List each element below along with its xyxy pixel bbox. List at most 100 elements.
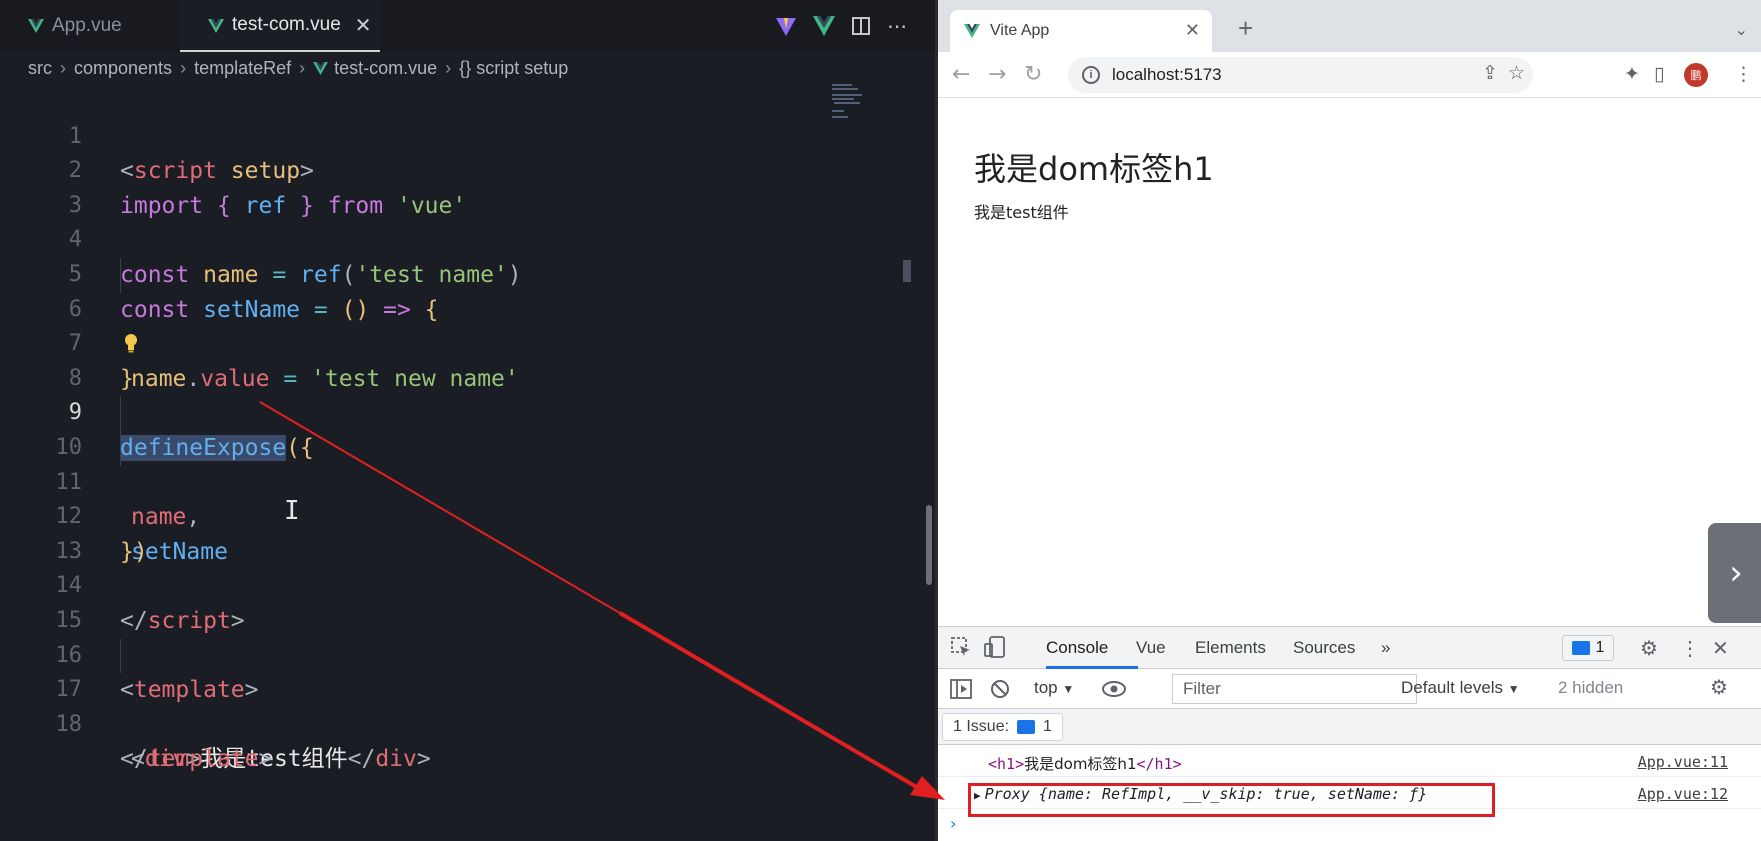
editor-scrollbar[interactable] xyxy=(903,260,911,282)
issues-button[interactable]: 1 Issue: 1 xyxy=(942,713,1063,741)
code-line: 14 </script> xyxy=(0,535,900,634)
more-actions-icon[interactable]: ⋯ xyxy=(887,14,907,38)
site-info-icon[interactable]: i xyxy=(1082,66,1100,84)
share-icon[interactable]: ⇪ xyxy=(1482,62,1498,85)
code-line: 12 }) xyxy=(0,466,900,565)
code-line: 18 </template> xyxy=(0,673,900,773)
browser-menu-icon[interactable]: ⋮ xyxy=(1734,63,1753,85)
url-text: localhost:5173 xyxy=(1112,65,1222,84)
breadcrumb-templateref[interactable]: templateRef xyxy=(194,58,291,79)
code-area[interactable]: 1 <script setup> 2 import { ref } from '… xyxy=(0,85,900,773)
code-line-active: 9 defineExpose({ xyxy=(0,362,900,461)
breadcrumb-components[interactable]: components xyxy=(74,58,172,79)
devtools-tab-console[interactable]: Console xyxy=(1046,638,1108,658)
log-levels-dropdown[interactable]: Default levels ▼ xyxy=(1401,678,1520,698)
more-tabs-icon[interactable]: » xyxy=(1381,638,1390,658)
console-filter-bar: top ▼ Filter Default levels ▼ 2 hidden ⚙ xyxy=(938,669,1761,709)
chevron-right-icon: › xyxy=(60,57,66,78)
indent-guide xyxy=(120,396,121,431)
console-filter-input[interactable]: Filter xyxy=(1172,674,1417,704)
lightbulb-icon[interactable] xyxy=(124,333,138,353)
line-number: 18 xyxy=(55,711,83,737)
devtools-tab-elements[interactable]: Elements xyxy=(1195,638,1266,658)
code-line: 11 setName xyxy=(0,430,900,565)
close-tab-icon[interactable]: ✕ xyxy=(1185,20,1200,41)
reload-button[interactable]: ↻ xyxy=(1024,62,1042,87)
close-tab-icon[interactable]: ✕ xyxy=(355,13,372,38)
console-message[interactable]: <h1>我是dom标签h1</h1> App.vue:11 xyxy=(938,747,1761,777)
dropdown-arrow-icon: ▼ xyxy=(1062,682,1075,696)
console-settings-gear-icon[interactable]: ⚙ xyxy=(1710,675,1728,700)
hidden-count: 2 hidden xyxy=(1558,678,1624,697)
tab-test-com-vue[interactable]: test-com.vue ✕ xyxy=(180,0,380,52)
browser-window: Vite App ✕ + ⌄ ← → ↻ i localhost:5173 ⇪ … xyxy=(935,0,1761,841)
clear-console-icon[interactable] xyxy=(990,679,1010,699)
code-line: 8 xyxy=(0,327,900,391)
sidebar-toggle-icon[interactable] xyxy=(950,679,972,699)
browser-tab-vite-app[interactable]: Vite App ✕ xyxy=(950,10,1212,52)
code-line: 5 const setName = () => { xyxy=(0,223,900,323)
extensions-icon[interactable]: ✦ xyxy=(1624,63,1640,85)
inspect-element-icon[interactable] xyxy=(950,636,972,658)
tab-app-vue[interactable]: App.vue xyxy=(0,0,180,52)
breadcrumb-file[interactable]: test-com.vue xyxy=(334,58,437,79)
forward-button[interactable]: → xyxy=(988,62,1006,87)
dropdown-arrow-icon: ▼ xyxy=(1507,682,1520,696)
page-test-component: 我是test组件 xyxy=(974,203,1069,222)
live-expression-eye-icon[interactable] xyxy=(1102,680,1126,698)
new-tab-button[interactable]: + xyxy=(1238,15,1253,41)
code-line: 7 } xyxy=(0,293,900,392)
console-message-text: <h1>我是dom标签h1</h1> xyxy=(988,755,1182,773)
code-line: 4 const name = ref('test name') xyxy=(0,189,900,288)
chevron-right-icon[interactable]: › xyxy=(1708,523,1761,623)
code-line: 16 <template> xyxy=(0,604,900,704)
split-editor-icon[interactable] xyxy=(851,16,871,36)
bookmark-star-icon[interactable]: ☆ xyxy=(1508,62,1525,85)
tab-label: test-com.vue xyxy=(232,14,341,35)
page-viewport: 我是dom标签h1 我是test组件 › xyxy=(938,98,1761,626)
chevron-right-icon: › xyxy=(445,57,452,78)
code-line: 13 xyxy=(0,500,900,564)
profile-avatar[interactable]: 鹏 xyxy=(1684,63,1708,87)
indent-guide xyxy=(120,638,121,674)
code-editor: App.vue test-com.vue ✕ ⋯ src › component… xyxy=(0,0,935,841)
breadcrumb-symbol[interactable]: {} script setup xyxy=(459,58,568,79)
issues-count: 1 xyxy=(1043,718,1052,735)
devtools-tab-bar: Console Vue Elements Sources » 1 ⚙ ⋮ ✕ xyxy=(938,627,1761,669)
devtools-tab-sources[interactable]: Sources xyxy=(1293,638,1355,658)
browser-toolbar: ← → ↻ i localhost:5173 ⇪ ☆ ✦ ▯ 鹏 ⋮ xyxy=(938,52,1761,98)
message-icon xyxy=(1017,720,1036,734)
code-line: 17 <div>我是test组件</div> xyxy=(0,638,900,772)
message-icon xyxy=(1571,641,1590,655)
console-source-link[interactable]: App.vue:11 xyxy=(1638,753,1728,771)
context-selector[interactable]: top ▼ xyxy=(1034,678,1074,698)
console-prompt-icon: › xyxy=(950,814,957,833)
minimap[interactable] xyxy=(832,82,902,132)
code-line: 2 import { ref } from 'vue' xyxy=(0,120,900,219)
browser-tab-strip: Vite App ✕ + ⌄ xyxy=(938,0,1761,52)
panel-splitter[interactable] xyxy=(926,505,932,585)
chevron-right-icon: › xyxy=(299,57,306,78)
issues-label: 1 Issue: xyxy=(953,718,1010,735)
settings-gear-icon[interactable]: ⚙ xyxy=(1640,636,1658,661)
devtools-tab-vue[interactable]: Vue xyxy=(1136,638,1166,658)
indent-guide xyxy=(120,257,121,293)
vue-devtools-icon[interactable] xyxy=(813,16,835,36)
line-text: </template> xyxy=(120,746,273,773)
vite-icon[interactable] xyxy=(775,15,797,37)
messages-badge[interactable]: 1 xyxy=(1562,635,1614,661)
messages-count: 1 xyxy=(1595,639,1605,656)
editor-actions: ⋯ xyxy=(775,14,907,38)
console-source-link[interactable]: App.vue:12 xyxy=(1638,785,1728,803)
more-options-icon[interactable]: ⋮ xyxy=(1680,636,1700,661)
breadcrumb-src[interactable]: src xyxy=(28,58,52,79)
tab-search-icon[interactable]: ⌄ xyxy=(1735,20,1748,39)
address-bar[interactable]: i localhost:5173 ⇪ ☆ xyxy=(1068,57,1533,93)
vue-file-icon xyxy=(28,19,44,33)
device-toolbar-icon[interactable] xyxy=(984,636,1008,658)
back-button[interactable]: ← xyxy=(952,62,970,87)
code-line: 6 name.value = 'test new name' xyxy=(0,257,900,392)
close-devtools-icon[interactable]: ✕ xyxy=(1712,636,1729,661)
indent-guide xyxy=(120,430,121,466)
side-panel-icon[interactable]: ▯ xyxy=(1654,63,1664,85)
